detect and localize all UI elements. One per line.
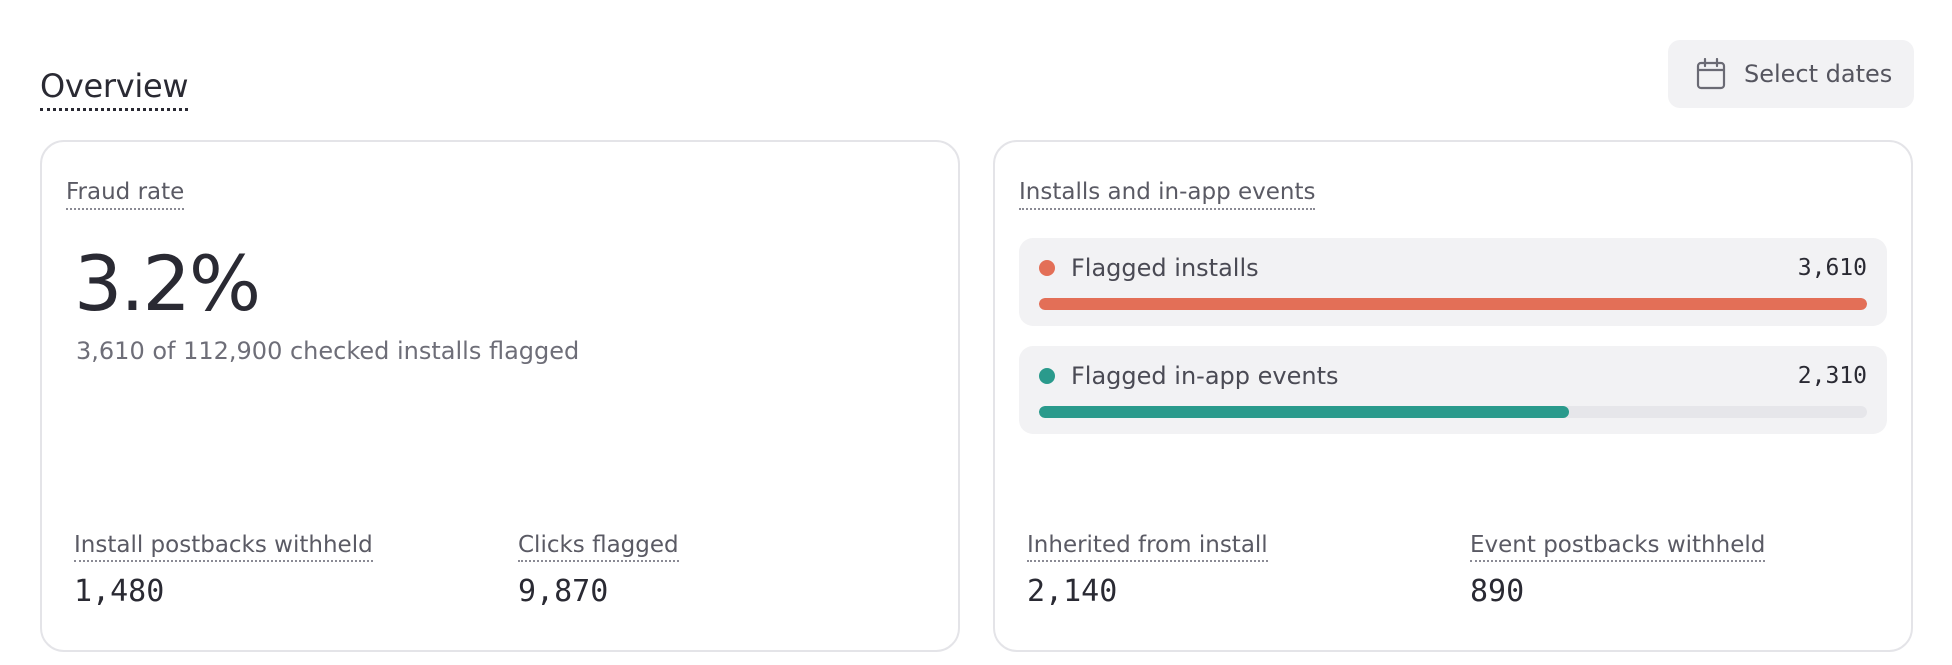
calendar-icon	[1696, 58, 1726, 90]
bar-label: Flagged in-app events	[1071, 362, 1339, 390]
legend-dot	[1039, 260, 1055, 276]
inherited-from-install-stat: Inherited from install 2,140	[1027, 530, 1268, 612]
stat-value: 890	[1470, 574, 1525, 609]
bar-count: 2,310	[1797, 363, 1867, 389]
select-dates-button[interactable]: Select dates	[1668, 40, 1914, 108]
select-dates-label: Select dates	[1744, 60, 1893, 88]
stat-label[interactable]: Inherited from install	[1027, 530, 1268, 562]
bar-fill	[1039, 406, 1569, 418]
install-postbacks-withheld-stat: Install postbacks withheld 1,480	[74, 530, 373, 612]
flagged-installs-row: Flagged installs 3,610	[1019, 238, 1887, 326]
bar-fill	[1039, 298, 1867, 310]
stat-value: 2,140	[1027, 574, 1118, 609]
page-title: Overview	[40, 64, 189, 111]
stat-label[interactable]: Install postbacks withheld	[74, 530, 373, 562]
stat-label[interactable]: Event postbacks withheld	[1470, 530, 1766, 562]
clicks-flagged-stat: Clicks flagged 9,870	[518, 530, 679, 612]
stat-value: 9,870	[518, 574, 609, 609]
installs-events-card: Installs and in-app events Flagged insta…	[993, 140, 1913, 652]
fraud-rate-label[interactable]: Fraud rate	[66, 176, 185, 210]
fraud-rate-subtitle: 3,610 of 112,900 checked installs flagge…	[76, 337, 580, 365]
bar-track	[1039, 298, 1867, 310]
fraud-rate-card: Fraud rate 3.2% 3,610 of 112,900 checked…	[40, 140, 960, 652]
flagged-in-app-events-row: Flagged in-app events 2,310	[1019, 346, 1887, 434]
stat-label[interactable]: Clicks flagged	[518, 530, 679, 562]
event-postbacks-withheld-stat: Event postbacks withheld 890	[1470, 530, 1766, 612]
bar-label: Flagged installs	[1071, 254, 1259, 282]
legend-dot	[1039, 368, 1055, 384]
bar-count: 3,610	[1797, 255, 1867, 281]
bar-track	[1039, 406, 1867, 418]
fraud-rate-value: 3.2%	[74, 239, 261, 328]
stat-value: 1,480	[74, 574, 165, 609]
installs-events-label[interactable]: Installs and in-app events	[1019, 176, 1316, 210]
